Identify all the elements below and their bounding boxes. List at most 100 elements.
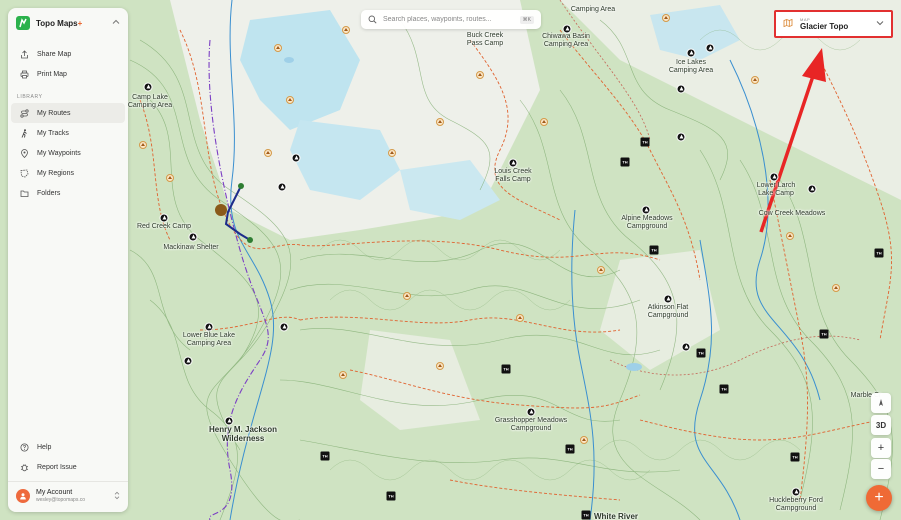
trailhead-icon[interactable]: TH — [501, 364, 511, 374]
map-label-atkinson: Atkinson Flat Campground — [647, 304, 689, 319]
trailhead-icon[interactable]: TH — [696, 348, 706, 358]
campsite-icon[interactable] — [291, 153, 301, 163]
pin-icon — [20, 148, 29, 158]
map-label-chiwawa: Chiwawa Basin Camping Area — [542, 33, 590, 48]
app-name-plus: + — [77, 18, 83, 28]
trailhead-icon[interactable]: TH — [649, 245, 659, 255]
account-email: wesley@topomaps.co — [36, 497, 85, 503]
sidebar-item-folders[interactable]: Folders — [11, 183, 125, 203]
campsite-icon[interactable] — [204, 322, 214, 332]
peak-icon — [436, 118, 444, 126]
library-heading: LIBRARY — [17, 94, 43, 100]
campsite-icon[interactable] — [526, 407, 536, 417]
map-label-camping-area: Camping Area — [570, 6, 616, 13]
trailhead-icon[interactable]: TH — [386, 491, 396, 501]
campsite-icon[interactable] — [188, 232, 198, 242]
trailhead-icon[interactable]: TH — [874, 248, 884, 258]
campsite-icon[interactable] — [183, 356, 193, 366]
account-menu[interactable]: My Account wesley@topomaps.co — [8, 481, 128, 512]
campsite-icon[interactable] — [641, 205, 651, 215]
peak-icon — [274, 44, 282, 52]
map-label-lower-larch: Lower Larch Lake Camp — [756, 182, 796, 197]
campsite-icon[interactable] — [807, 184, 817, 194]
chevron-up-icon — [112, 19, 120, 24]
trailhead-icon[interactable]: TH — [620, 157, 630, 167]
campsite-icon[interactable] — [705, 43, 715, 53]
route-icon — [20, 108, 29, 118]
peak-icon — [339, 371, 347, 379]
trailhead-icon[interactable]: TH — [565, 444, 575, 454]
campsite-icon[interactable] — [769, 172, 779, 182]
search-input[interactable] — [383, 16, 513, 23]
trailhead-icon[interactable]: TH — [790, 452, 800, 462]
map-label-camp-lake: Camp Lake Camping Area — [127, 94, 173, 109]
app-name-text: Topo Maps — [36, 18, 78, 28]
help-icon — [20, 443, 29, 452]
map-label-huckleberry: Huckleberry Ford Campground — [769, 497, 823, 512]
peak-icon — [751, 76, 759, 84]
user-icon — [20, 493, 26, 500]
campsite-icon[interactable] — [663, 294, 673, 304]
add-button[interactable]: + — [866, 485, 892, 511]
trailhead-icon[interactable]: TH — [320, 451, 330, 461]
my-regions-label: My Regions — [37, 169, 74, 177]
toggle-3d-button[interactable]: 3D — [871, 415, 891, 435]
campsite-icon[interactable] — [279, 322, 289, 332]
peak-icon — [286, 96, 294, 104]
map-label-louis-creek: Louis Creek Falls Camp — [494, 168, 532, 183]
compass-button[interactable] — [871, 393, 891, 413]
sidebar-item-my-routes[interactable]: My Routes — [11, 103, 125, 123]
map-label-buck-creek: Buck Creek Pass Camp — [466, 32, 504, 47]
map-layer-selector[interactable]: MAP Glacier Topo — [774, 10, 893, 38]
search-bar[interactable]: ⌘K — [361, 10, 541, 29]
sidebar-item-my-waypoints[interactable]: My Waypoints — [11, 143, 125, 163]
report-issue-label: Report Issue — [37, 463, 77, 471]
map-label-grasshopper: Grasshopper Meadows Campground — [494, 417, 568, 432]
folder-icon — [20, 189, 29, 198]
folders-label: Folders — [37, 189, 61, 197]
trailhead-icon[interactable]: TH — [581, 510, 591, 520]
zoom-in-button[interactable]: + — [871, 438, 891, 458]
peak-icon — [597, 266, 605, 274]
map-label-red-creek: Red Creek Camp — [136, 223, 192, 230]
account-name: My Account — [36, 489, 73, 496]
search-icon — [368, 11, 377, 29]
campsite-icon[interactable] — [791, 487, 801, 497]
peak-icon — [786, 232, 794, 240]
share-map-button[interactable]: Share Map — [11, 44, 125, 64]
zoom-out-button[interactable]: − — [871, 459, 891, 479]
chevron-down-icon — [876, 19, 884, 29]
trailhead-icon[interactable]: TH — [819, 329, 829, 339]
map-layers-icon — [783, 15, 793, 33]
trailhead-icon[interactable]: TH — [719, 384, 729, 394]
my-tracks-label: My Tracks — [37, 129, 69, 137]
campsite-icon[interactable] — [686, 48, 696, 58]
print-map-label: Print Map — [37, 70, 67, 78]
campsite-icon[interactable] — [143, 82, 153, 92]
avatar — [16, 489, 30, 503]
campsite-icon[interactable] — [508, 158, 518, 168]
map-label-alpine-meadows: Alpine Meadows Campground — [621, 215, 673, 230]
peak-icon — [832, 284, 840, 292]
campsite-icon[interactable] — [681, 342, 691, 352]
sidebar: Topo Maps+ Share Map Print Map LIBRARY M… — [8, 8, 128, 512]
sidebar-item-my-regions[interactable]: My Regions — [11, 163, 125, 183]
map-canvas — [0, 0, 901, 520]
campsite-icon[interactable] — [277, 182, 287, 192]
trailhead-icon[interactable]: TH — [640, 137, 650, 147]
campsite-icon[interactable] — [159, 213, 169, 223]
print-map-button[interactable]: Print Map — [11, 64, 125, 84]
map-label-ice-lakes: Ice Lakes Camping Area — [668, 59, 714, 74]
topo-map[interactable]: TH TH TH TH TH TH TH TH TH TH TH TH TH C… — [0, 0, 901, 520]
report-issue-button[interactable]: Report Issue — [11, 457, 125, 477]
campsite-icon[interactable] — [676, 132, 686, 142]
help-label: Help — [37, 443, 52, 451]
help-button[interactable]: Help — [11, 437, 125, 457]
peak-icon — [264, 149, 272, 157]
chevron-up-down-icon — [114, 491, 120, 502]
campsite-icon[interactable] — [676, 84, 686, 94]
collapse-sidebar-button[interactable] — [112, 18, 120, 28]
sidebar-item-my-tracks[interactable]: My Tracks — [11, 123, 125, 143]
compass-icon — [879, 399, 883, 406]
region-icon — [20, 169, 29, 178]
